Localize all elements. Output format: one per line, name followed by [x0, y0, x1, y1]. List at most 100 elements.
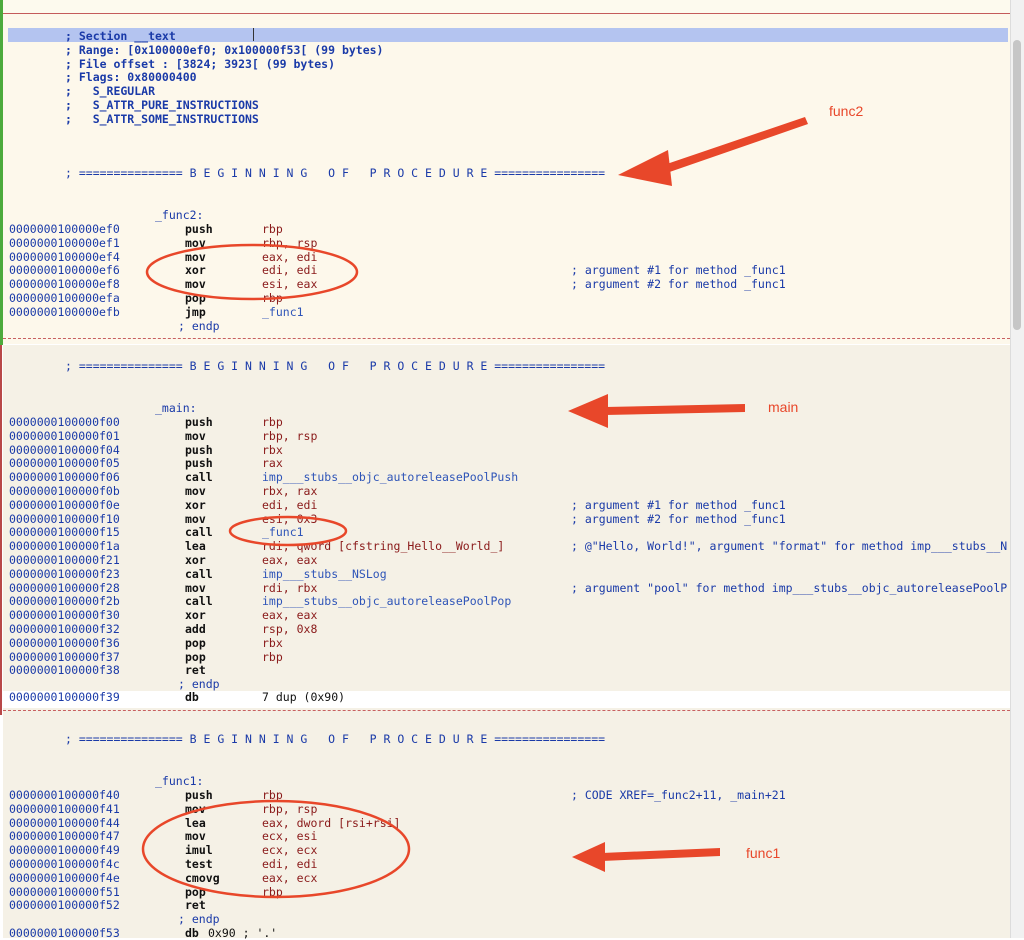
- annotation-label-main: main: [768, 399, 799, 415]
- instruction-address: 0000000100000f00: [9, 415, 120, 429]
- instruction-operands: rbp: [262, 649, 283, 664]
- top-strip: [0, 0, 1024, 14]
- left-margin-marker: [0, 345, 2, 715]
- text-cursor: [253, 28, 254, 41]
- instruction-address: 0000000100000f04: [9, 442, 120, 457]
- procedure-separator: [3, 338, 1010, 339]
- instruction-mnemonic: xor: [185, 608, 206, 623]
- instruction-operands: eax, eax: [262, 553, 318, 567]
- instruction-mnemonic: call: [185, 566, 213, 581]
- instruction-mnemonic: push: [185, 415, 213, 429]
- instruction-address: 0000000100000f37: [9, 649, 120, 664]
- instruction-address: 0000000100000f28: [9, 580, 120, 595]
- instruction-operands: rbp: [262, 291, 283, 305]
- instruction-mnemonic: mov: [185, 428, 206, 443]
- procedure-banner: ; =============== B E G I N N I N G O F …: [65, 359, 606, 373]
- procedure-label: _func1:: [155, 774, 204, 788]
- instruction-mnemonic: imul: [185, 843, 213, 858]
- instruction-mnemonic: db: [185, 690, 199, 704]
- instruction-address: 0000000100000ef4: [9, 249, 120, 264]
- instruction-address: 0000000100000f49: [9, 843, 120, 858]
- instruction-mnemonic: push: [185, 222, 213, 236]
- instruction-address: 0000000100000efb: [9, 304, 120, 319]
- instruction-comment: ; argument #1 for method _func1: [571, 497, 786, 512]
- instruction-address: 0000000100000f44: [9, 815, 120, 830]
- section-header-line: ; Range: [0x100000ef0; 0x100000f53[ (99 …: [65, 42, 384, 57]
- instruction-operands: esi, eax: [262, 277, 318, 292]
- instruction-address: 0000000100000f52: [9, 898, 120, 913]
- instruction-mnemonic: test: [185, 857, 213, 871]
- section-header-line: ; S_ATTR_PURE_INSTRUCTIONS: [65, 98, 259, 112]
- instruction-operands: rdi, qword [cfstring_Hello__World_]: [262, 539, 505, 554]
- main-padding-region: [3, 691, 1010, 707]
- instruction-comment: ; @"Hello, World!", argument "format" fo…: [571, 539, 1008, 554]
- instruction-address: 0000000100000ef0: [9, 222, 120, 236]
- instruction-comment: ; argument #2 for method _func1: [571, 277, 786, 292]
- instruction-operands: rbp, rsp: [262, 235, 318, 250]
- procedure-label: _func2:: [155, 208, 204, 222]
- instruction-mnemonic: push: [185, 442, 213, 457]
- procedure-separator: [3, 710, 1010, 711]
- instruction-operands: esi, 0x3: [262, 511, 318, 526]
- instruction-address: 0000000100000f01: [9, 428, 120, 443]
- section-header-line: ; S_REGULAR: [65, 84, 156, 99]
- instruction-mnemonic: mov: [185, 235, 206, 250]
- instruction-mnemonic: mov: [185, 249, 206, 264]
- instruction-operands: imp___stubs__objc_autoreleasePoolPop: [262, 594, 512, 609]
- instruction-address: 0000000100000f51: [9, 884, 120, 899]
- scrollbar-thumb[interactable]: [1013, 40, 1021, 330]
- instruction-operands: eax, dword [rsi+rsi]: [262, 815, 401, 830]
- instruction-address: 0000000100000f23: [9, 566, 120, 581]
- instruction-operands: imp___stubs__objc_autoreleasePoolPush: [262, 470, 519, 485]
- instruction-mnemonic: mov: [185, 511, 206, 526]
- instruction-address: 0000000100000f4c: [9, 857, 120, 871]
- instruction-address: 0000000100000f21: [9, 553, 120, 567]
- instruction-address: 0000000100000f41: [9, 801, 120, 816]
- instruction-mnemonic: add: [185, 622, 206, 636]
- procedure-banner: ; =============== B E G I N N I N G O F …: [65, 166, 606, 180]
- instruction-mnemonic: push: [185, 788, 213, 802]
- instruction-comment: ; argument "pool" for method imp___stubs…: [571, 580, 1008, 595]
- instruction-mnemonic: lea: [185, 815, 206, 830]
- instruction-mnemonic: mov: [185, 580, 206, 595]
- instruction-operands: imp___stubs__NSLog: [262, 566, 387, 581]
- procedure-label: _main:: [155, 401, 197, 415]
- instruction-mnemonic: mov: [185, 801, 206, 816]
- instruction-operands: edi, edi: [262, 857, 318, 871]
- instruction-address: 0000000100000f30: [9, 608, 120, 623]
- instruction-address: 0000000100000f39: [9, 690, 120, 704]
- instruction-operands: rbp: [262, 884, 283, 899]
- instruction-mnemonic: xor: [185, 497, 206, 512]
- instruction-address: 0000000100000f4e: [9, 870, 120, 885]
- instruction-mnemonic: mov: [185, 829, 206, 844]
- procedure-banner: ; =============== B E G I N N I N G O F …: [65, 732, 606, 746]
- instruction-operands: rdi, rbx: [262, 580, 318, 595]
- instruction-operands: rbx: [262, 442, 283, 457]
- instruction-operands: rsp, 0x8: [262, 622, 318, 636]
- instruction-mnemonic: jmp: [185, 304, 206, 319]
- instruction-address: 0000000100000f47: [9, 829, 120, 844]
- instruction-operands: rbp: [262, 222, 283, 236]
- instruction-address: 0000000100000f05: [9, 456, 120, 471]
- section-header-line: ; File offset : [3824; 3923[ (99 bytes): [65, 56, 336, 71]
- instruction-operands: rbp: [262, 788, 283, 802]
- instruction-operands: rbx, rax: [262, 484, 318, 498]
- instruction-operands: eax, ecx: [262, 870, 318, 885]
- instruction-mnemonic: ret: [185, 663, 206, 678]
- section-header-line: ; S_ATTR_SOME_INSTRUCTIONS: [65, 111, 259, 126]
- instruction-operands: rbp, rsp: [262, 801, 318, 816]
- annotation-label-func1: func1: [746, 845, 781, 861]
- instruction-operands: _func1: [262, 525, 304, 540]
- instruction-mnemonic: pop: [185, 884, 206, 899]
- instruction-operands: eax, eax: [262, 608, 318, 623]
- instruction-operands: 7 dup (0x90): [262, 690, 346, 704]
- instruction-operands: rbp, rsp: [262, 428, 318, 443]
- instruction-address: 0000000100000ef6: [9, 263, 120, 278]
- instruction-address: 0000000100000f15: [9, 525, 120, 540]
- instruction-operands: rbx: [262, 635, 283, 650]
- instruction-address: 0000000100000f10: [9, 511, 120, 526]
- instruction-address: 0000000100000f0b: [9, 484, 120, 498]
- left-margin-marker: [0, 0, 3, 345]
- instruction-operands: rbp: [262, 415, 283, 429]
- instruction-mnemonic: lea: [185, 539, 206, 554]
